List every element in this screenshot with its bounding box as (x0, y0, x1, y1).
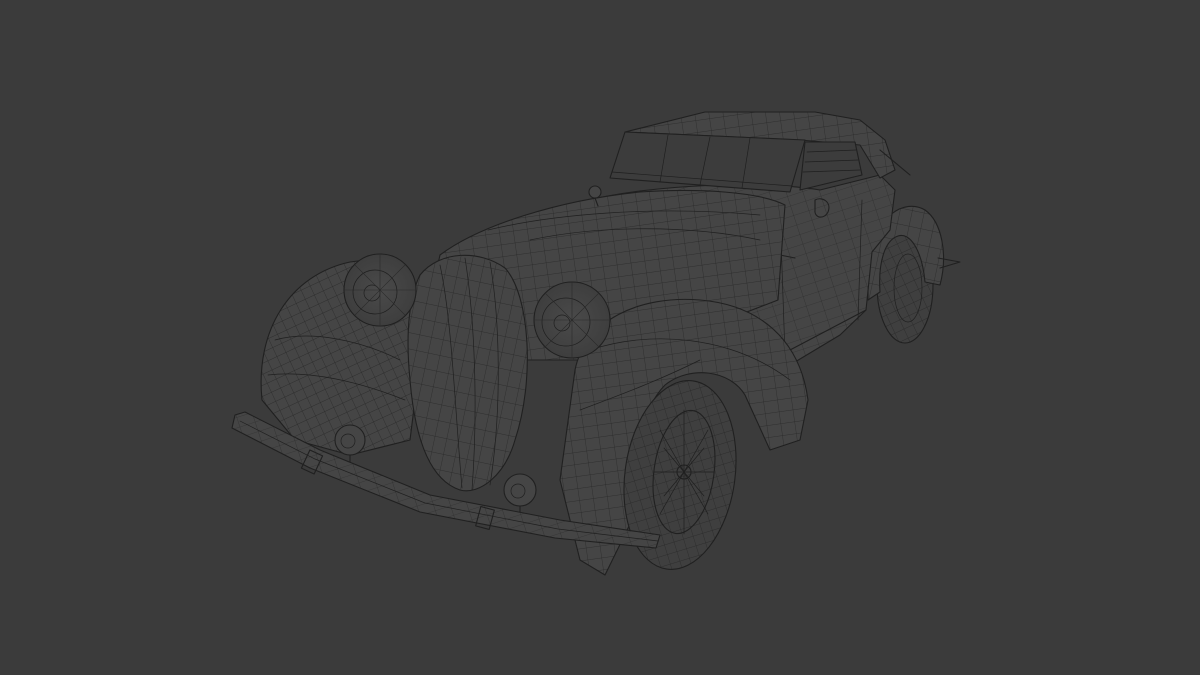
car-wireframe-model[interactable] (0, 0, 1200, 675)
3d-viewport[interactable] (0, 0, 1200, 675)
grille[interactable] (407, 254, 528, 492)
windshield[interactable] (609, 131, 806, 193)
left-headlamp[interactable] (343, 253, 417, 327)
right-headlamp[interactable] (533, 281, 611, 359)
